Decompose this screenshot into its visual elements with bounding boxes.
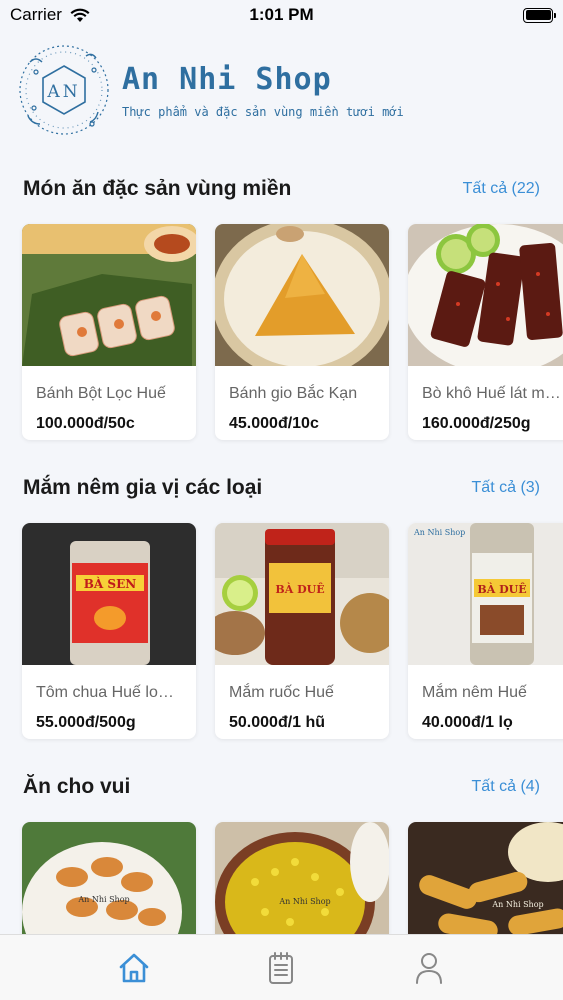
product-price: 45.000đ/10c [229,415,319,432]
product-name: Mắm nêm Huế [422,684,527,701]
product-name: Bánh gio Bắc Kạn [229,385,358,402]
product-price: 100.000đ/50c [36,415,135,432]
section-title: Mắm nêm gia vị các loại [23,476,263,499]
section-title: Ăn cho vui [23,775,131,798]
status-bar: Carrier 1:01 PM [0,0,563,30]
section-snacks: Ăn cho vui Tất cả (4) An Nhi Shop An Nhi… [0,772,563,942]
product-image [408,224,563,374]
product-image: BÀ DUÊ [215,523,389,665]
product-image [22,224,196,366]
product-price: 55.000đ/500g [36,714,136,731]
shop-logo: AN [19,45,109,135]
image-watermark: An Nhi Shop [491,900,543,909]
tab-home[interactable] [114,948,154,988]
battery-icon [523,7,556,23]
product-image: An Nhi Shop [22,822,196,942]
product-image: An Nhi Shop BÀ DUÊ [408,523,563,665]
product-card[interactable]: BÀ SEN Tôm chua Huế loại 1 55.000đ/500g [22,523,196,739]
product-image: BÀ SEN [22,523,196,665]
section-title: Món ăn đặc sản vùng miền [23,177,292,200]
notepad-icon [269,951,294,984]
tab-orders[interactable] [261,948,301,988]
user-icon [416,952,443,984]
section-regional-specialties: Món ăn đặc sản vùng miền Tất cả (22) Bán… [0,174,563,440]
wifi-icon [70,8,90,22]
product-card[interactable]: An Nhi Shop [215,822,389,942]
product-image: An Nhi Shop [215,822,389,942]
section-sauces-spices: Mắm nêm gia vị các loại Tất cả (3) BÀ SE… [0,473,563,739]
image-watermark: An Nhi Shop [77,895,129,904]
jar-label: BÀ DUÊ [275,582,324,596]
see-all-link[interactable]: Tất cả (4) [472,778,540,796]
shop-header: AN An Nhi Shop Thực phẩm và đặc sản vùng… [16,42,404,138]
carrier-label: Carrier [10,5,62,24]
shop-title: An Nhi Shop [122,61,332,97]
tab-profile[interactable] [409,948,449,988]
logo-text: AN [46,82,80,102]
product-price: 40.000đ/1 lọ [422,714,513,731]
image-watermark: An Nhi Shop [413,528,465,537]
product-card[interactable]: Bánh gio Bắc Kạn 45.000đ/10c [215,224,389,440]
jar-label: BÀ DUÊ [477,582,526,596]
product-card[interactable]: An Nhi Shop [408,822,563,942]
product-card[interactable]: Bò khô Huế lát mỏng 160.000đ/250g [408,224,563,440]
product-image [215,224,389,379]
product-name: Mắm ruốc Huế [229,684,334,701]
product-name: Bánh Bột Lọc Huế [36,385,166,402]
product-card[interactable]: Bánh Bột Lọc Huế 100.000đ/50c [22,224,196,440]
product-card[interactable]: An Nhi Shop [22,822,196,942]
product-card[interactable]: An Nhi Shop BÀ DUÊ Mắm nêm Huế 40.000đ/1… [408,523,563,739]
product-price: 160.000đ/250g [422,415,531,432]
product-name: Tôm chua Huế loại 1 [36,684,184,701]
product-price: 50.000đ/1 hũ [229,714,326,731]
tab-bar [0,934,563,1000]
see-all-link[interactable]: Tất cả (22) [463,180,540,198]
see-all-link[interactable]: Tất cả (3) [472,479,540,497]
product-name: Bò khô Huế lát mỏng [422,385,563,402]
jar-label: BÀ SEN [84,576,136,591]
image-watermark: An Nhi Shop [278,897,330,906]
home-icon [119,953,149,982]
product-card[interactable]: BÀ DUÊ Mắm ruốc Huế 50.000đ/1 hũ [215,523,389,739]
shop-subtitle: Thực phẩm và đặc sản vùng miền tươi mới [122,104,404,119]
product-image: An Nhi Shop [408,822,563,942]
